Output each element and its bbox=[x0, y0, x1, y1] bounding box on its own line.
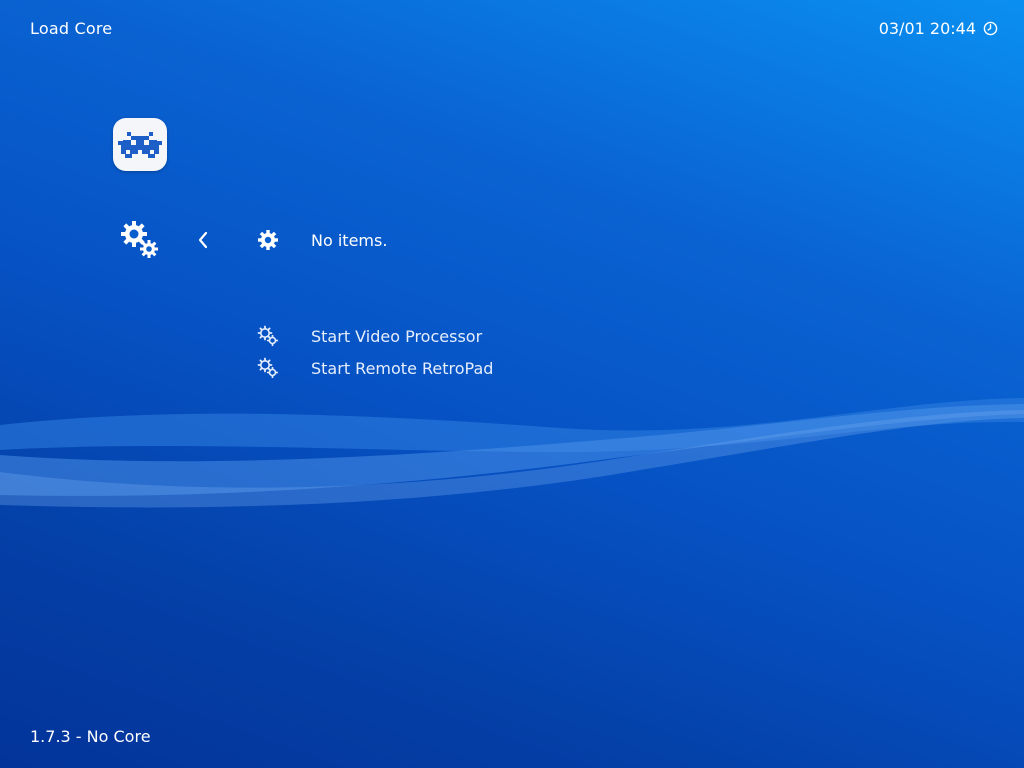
list-item-start-remote-retropad[interactable]: Start Remote RetroPad bbox=[256, 356, 493, 380]
background-wave bbox=[0, 398, 1024, 508]
retroarch-invader-icon bbox=[118, 131, 162, 158]
version-status: 1.7.3 - No Core bbox=[30, 727, 151, 746]
list-item-label: Start Remote RetroPad bbox=[311, 358, 494, 378]
clock-icon bbox=[983, 21, 998, 36]
back-button[interactable] bbox=[195, 229, 211, 251]
empty-list-item: No items. bbox=[256, 228, 387, 252]
gears-icon bbox=[256, 324, 280, 348]
page-title: Load Core bbox=[30, 19, 113, 38]
datetime-text: 03/01 20:44 bbox=[878, 19, 976, 38]
list-item-label: Start Video Processor bbox=[311, 326, 483, 346]
empty-list-label: No items. bbox=[311, 230, 388, 250]
clock-display: 03/01 20:44 bbox=[879, 19, 998, 38]
main-menu-tab[interactable] bbox=[113, 118, 167, 171]
chevron-left-icon bbox=[198, 231, 208, 249]
gears-icon bbox=[256, 356, 280, 380]
settings-gears-icon bbox=[121, 221, 158, 258]
list-item-start-video-processor[interactable]: Start Video Processor bbox=[256, 324, 482, 348]
settings-tab[interactable] bbox=[120, 220, 160, 260]
gear-icon bbox=[256, 228, 280, 252]
